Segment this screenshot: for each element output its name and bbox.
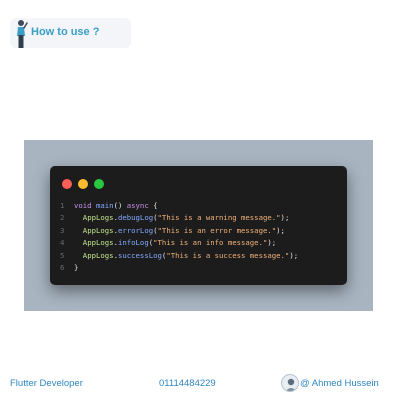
code-block: 1 void main() async { 2 AppLogs.debugLog("… <box>60 200 341 274</box>
code-line: 1 void main() async { <box>60 200 341 212</box>
avatar-icon <box>281 374 299 392</box>
code-line: 3 AppLogs.errorLog("This is an error mes… <box>60 225 341 237</box>
code-text: AppLogs.infoLog("This is an info message… <box>82 238 277 248</box>
line-number: 4 <box>60 238 65 248</box>
line-number: 3 <box>60 225 65 235</box>
close-dot-icon <box>62 179 72 189</box>
person-pointing-icon <box>14 18 28 50</box>
how-to-use-label: How to use ? <box>31 26 100 38</box>
code-text: AppLogs.debugLog("This is a warning mess… <box>82 213 290 223</box>
line-number: 6 <box>60 263 65 273</box>
maximize-dot-icon <box>94 179 104 189</box>
author-name: @ Ahmed Hussein <box>300 377 379 389</box>
author-info: @ Ahmed Hussein <box>281 374 379 392</box>
code-line: 2 AppLogs.debugLog("This is a warning me… <box>60 212 341 224</box>
code-window: 1 void main() async { 2 AppLogs.debugLog("… <box>50 166 347 285</box>
code-text: AppLogs.errorLog("This is an error messa… <box>82 225 285 235</box>
window-controls <box>62 179 104 189</box>
code-line: 4 AppLogs.infoLog("This is an info messa… <box>60 237 341 249</box>
code-line: 6} <box>60 262 341 274</box>
minimize-dot-icon <box>78 179 88 189</box>
code-text: AppLogs.successLog("This is a success me… <box>82 250 299 260</box>
line-number: 1 <box>60 201 65 210</box>
line-number: 5 <box>60 250 65 260</box>
how-to-use-badge[interactable]: How to use ? <box>10 18 131 48</box>
code-text: void main() async { <box>74 201 158 210</box>
code-line: 5 AppLogs.successLog("This is a success … <box>60 250 341 262</box>
line-number: 2 <box>60 213 65 223</box>
code-text: } <box>74 263 79 273</box>
phone-number: 01114484229 <box>159 378 216 389</box>
code-preview-panel: 1 void main() async { 2 AppLogs.debugLog("… <box>24 140 373 311</box>
developer-role: Flutter Developer <box>10 378 83 389</box>
